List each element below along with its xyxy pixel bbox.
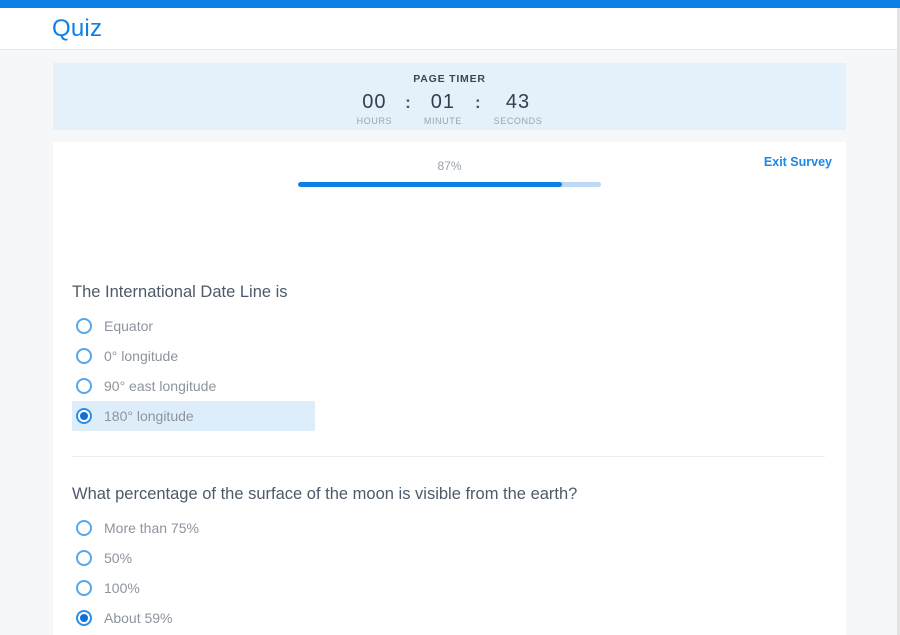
timer-minutes-value: 01 — [431, 92, 455, 113]
option-label: 180° longitude — [104, 408, 194, 424]
timer-display: 00 HOURS : 01 MINUTE : 43 SECONDS — [53, 92, 846, 126]
option-label: 90° east longitude — [104, 378, 216, 394]
option-label: 100% — [104, 580, 140, 596]
exit-survey-link[interactable]: Exit Survey — [764, 155, 832, 169]
question-text: What percentage of the surface of the mo… — [72, 484, 846, 504]
option-label: More than 75% — [104, 520, 199, 536]
options-list: More than 75% 50% 100% About 59% — [53, 513, 846, 633]
question-divider — [72, 456, 825, 457]
option-row[interactable]: 90° east longitude — [72, 371, 315, 401]
option-row[interactable]: 100% — [72, 573, 315, 603]
survey-card: Exit Survey 87% The International Date L… — [53, 142, 846, 635]
progress: 87% — [298, 159, 601, 187]
option-label: 0° longitude — [104, 348, 178, 364]
timer-hours-label: HOURS — [357, 116, 393, 126]
option-row[interactable]: 0° longitude — [72, 341, 315, 371]
page-title: Quiz — [52, 15, 102, 43]
option-row[interactable]: 180° longitude — [72, 401, 315, 431]
progress-bar-track — [298, 182, 601, 187]
radio-icon[interactable] — [76, 580, 92, 596]
option-row[interactable]: Equator — [72, 311, 315, 341]
radio-icon[interactable] — [76, 520, 92, 536]
timer-hours-group: 00 HOURS — [357, 92, 393, 126]
timer-hours-value: 00 — [362, 92, 386, 113]
option-label: Equator — [104, 318, 153, 334]
timer-seconds-value: 43 — [506, 92, 530, 113]
options-list: Equator 0° longitude 90° east longitude … — [53, 311, 846, 431]
question-block: What percentage of the surface of the mo… — [53, 484, 846, 633]
timer-minutes-group: 01 MINUTE — [424, 92, 462, 126]
timer-separator: : — [475, 92, 481, 113]
top-accent-bar — [0, 0, 900, 8]
option-row[interactable]: More than 75% — [72, 513, 315, 543]
radio-icon[interactable] — [76, 378, 92, 394]
progress-section: 87% — [53, 142, 846, 212]
app-header: Quiz — [0, 8, 900, 50]
radio-icon[interactable] — [76, 348, 92, 364]
page-timer-panel: PAGE TIMER 00 HOURS : 01 MINUTE : 43 SEC… — [53, 63, 846, 130]
question-block: The International Date Line is Equator 0… — [53, 282, 846, 431]
radio-icon[interactable] — [76, 550, 92, 566]
timer-minutes-label: MINUTE — [424, 116, 462, 126]
question-text: The International Date Line is — [72, 282, 846, 302]
page-body: PAGE TIMER 00 HOURS : 01 MINUTE : 43 SEC… — [0, 63, 900, 635]
timer-separator: : — [405, 92, 411, 113]
timer-seconds-group: 43 SECONDS — [494, 92, 543, 126]
timer-title: PAGE TIMER — [53, 73, 846, 85]
radio-icon[interactable] — [76, 318, 92, 334]
radio-icon[interactable] — [76, 610, 92, 626]
option-row[interactable]: About 59% — [72, 603, 315, 633]
timer-seconds-label: SECONDS — [494, 116, 543, 126]
option-label: 50% — [104, 550, 132, 566]
radio-icon[interactable] — [76, 408, 92, 424]
option-row[interactable]: 50% — [72, 543, 315, 573]
option-label: About 59% — [104, 610, 173, 626]
progress-percent-label: 87% — [298, 159, 601, 173]
progress-bar-fill — [298, 182, 562, 187]
